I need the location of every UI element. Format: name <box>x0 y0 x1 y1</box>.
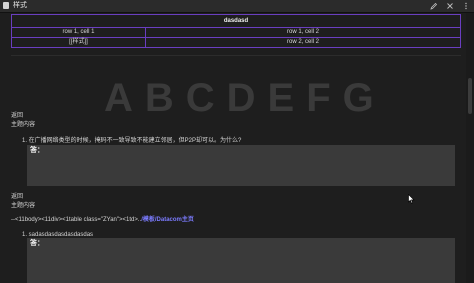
title-bar: 样式 <box>0 0 474 13</box>
table-cell-link[interactable]: [[样式]] <box>11 37 146 48</box>
table-row: [[样式]] row 2, cell 2 <box>11 37 461 48</box>
answer-box[interactable]: 答： <box>27 238 455 283</box>
close-button[interactable] <box>444 0 456 12</box>
answer-box[interactable]: 答： <box>27 145 455 186</box>
data-table: dasdasd row 1, cell 1 row 1, cell 2 [[样式… <box>11 14 461 48</box>
table-cell: row 1, cell 1 <box>11 27 146 38</box>
app-window: 样式 dasdasd row 1, cell 1 row 1, cell 2 [… <box>0 0 474 283</box>
table-header-row: dasdasd <box>11 14 461 28</box>
template-link[interactable]: /模板/Datacom主页 <box>141 217 194 223</box>
scroll-thumb[interactable] <box>468 78 472 114</box>
code-text: --<11body><11div><1table class="ZYan"><1… <box>11 217 142 223</box>
app-icon <box>3 2 9 9</box>
question-item: 1. 在广播网络类型的时候，掩码不一致导致不能建立邻居，但P2P却可以。为什么? <box>22 138 242 144</box>
section-subtitle: 主题内容 <box>11 122 36 128</box>
section-subtitle: 主题内容 <box>11 203 36 209</box>
pencil-icon <box>430 2 438 10</box>
code-line: --<11body><11div><1table class="ZYan"><1… <box>11 216 194 224</box>
answer-label: 答： <box>30 240 44 247</box>
back-link[interactable]: 返回 <box>11 112 23 120</box>
banner-letters: ABCDEFG <box>104 76 386 120</box>
edit-button[interactable] <box>428 0 440 12</box>
window-title: 样式 <box>13 2 27 9</box>
mouse-cursor-icon <box>408 194 415 204</box>
table-cell: row 2, cell 2 <box>145 37 461 48</box>
back-link[interactable]: 返回 <box>11 193 23 201</box>
close-icon <box>447 3 453 9</box>
divider <box>11 55 461 56</box>
note-content: dasdasd row 1, cell 1 row 1, cell 2 [[样式… <box>0 13 466 283</box>
more-vertical-icon <box>465 2 467 10</box>
table-header: dasdasd <box>11 14 461 28</box>
table-row: row 1, cell 1 row 1, cell 2 <box>11 27 461 38</box>
vertical-scrollbar[interactable] <box>466 13 474 283</box>
table-cell: row 1, cell 2 <box>145 27 461 38</box>
menu-button[interactable] <box>460 0 472 12</box>
answer-label: 答： <box>30 147 44 154</box>
